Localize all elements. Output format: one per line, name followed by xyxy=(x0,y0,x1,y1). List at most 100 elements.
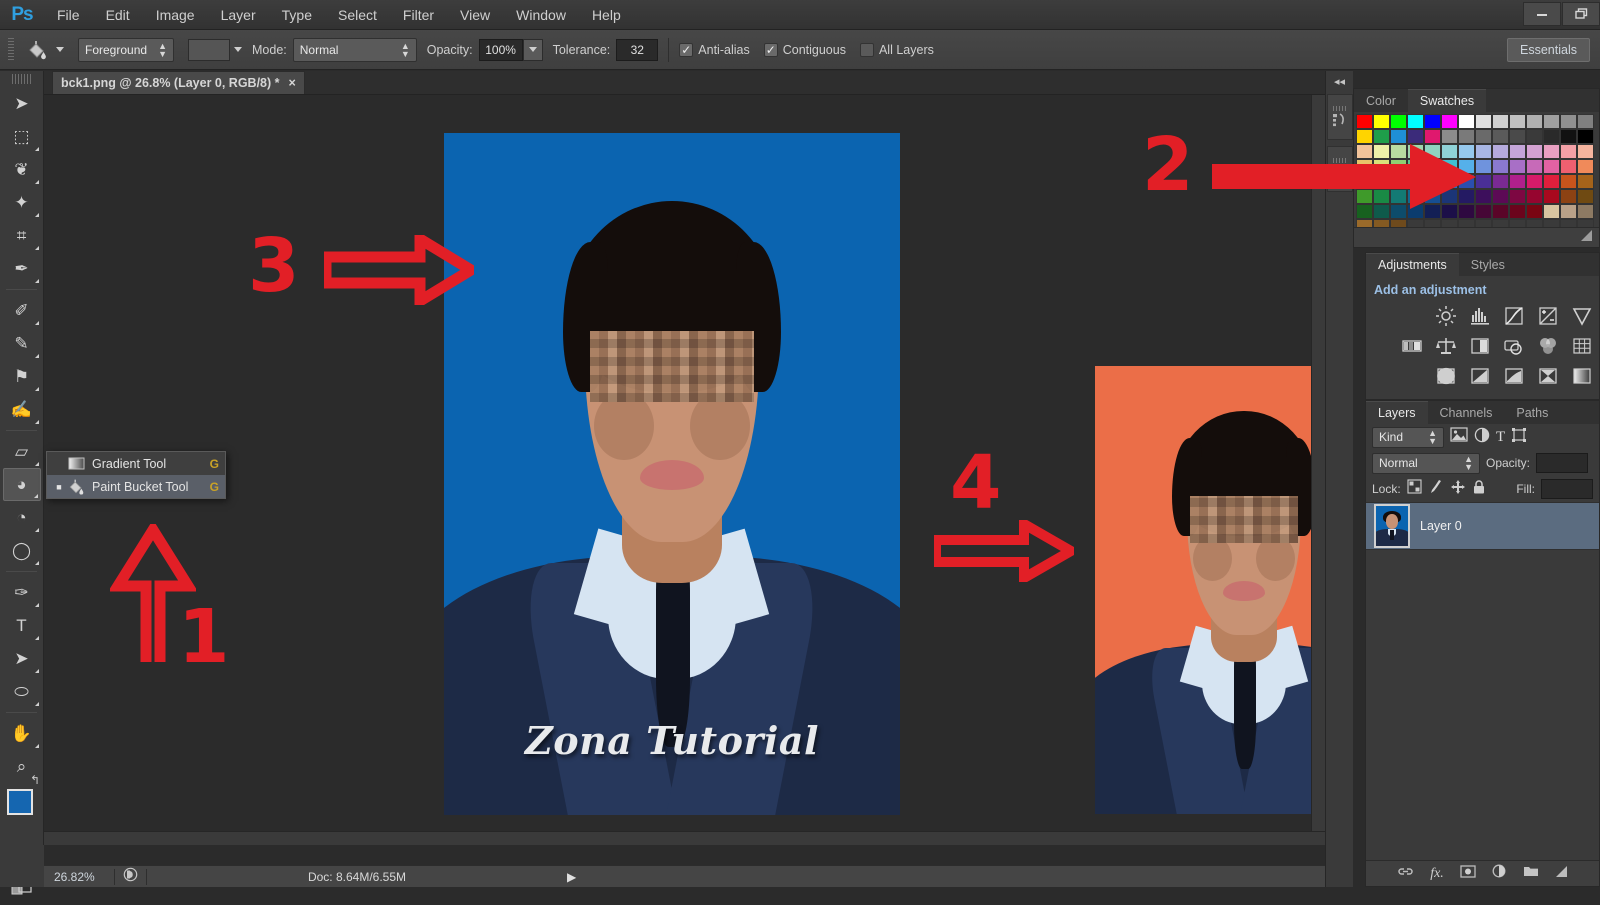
lock-transparent-pixels-icon[interactable] xyxy=(1407,479,1422,499)
tab-color[interactable]: Color xyxy=(1354,89,1408,112)
opacity-chevron-down-icon[interactable] xyxy=(522,38,543,61)
tolerance-input[interactable]: 32 xyxy=(616,38,659,61)
paint-bucket-icon[interactable] xyxy=(22,37,52,63)
checkbox-anti-alias[interactable]: ✓ Anti-alias xyxy=(679,42,750,57)
add-layer-mask-icon[interactable] xyxy=(1460,864,1476,883)
color-swatch[interactable] xyxy=(1509,174,1526,189)
gradient-map-icon[interactable] xyxy=(1499,363,1529,389)
link-layers-icon[interactable] xyxy=(1397,865,1414,883)
layer-style-fx-icon[interactable]: fx. xyxy=(1430,866,1444,882)
layer-thumbnail[interactable] xyxy=(1374,504,1410,548)
color-swatch[interactable] xyxy=(1424,114,1441,129)
canvas-horizontal-scrollbar[interactable] xyxy=(44,831,1325,845)
blur-tool[interactable]: ◔ xyxy=(3,501,41,534)
menu-item-filter[interactable]: Filter xyxy=(390,0,447,30)
ellipse-tool[interactable]: ⬭ xyxy=(3,675,41,708)
blue-photo-document[interactable]: Zona Tutorial xyxy=(444,133,900,815)
color-swatch[interactable] xyxy=(1560,189,1577,204)
document-sizes-icon[interactable] xyxy=(115,867,146,887)
color-swatch[interactable] xyxy=(1492,144,1509,159)
hue-saturation-icon[interactable] xyxy=(1397,333,1427,359)
color-swatch[interactable] xyxy=(1560,174,1577,189)
color-swatch[interactable] xyxy=(1543,114,1560,129)
lock-image-pixels-icon[interactable] xyxy=(1428,479,1444,500)
tab-paths[interactable]: Paths xyxy=(1504,401,1560,424)
document-tab[interactable]: bck1.png @ 26.8% (Layer 0, RGB/8) * × xyxy=(52,71,305,94)
color-swatch[interactable] xyxy=(1543,174,1560,189)
tab-layers[interactable]: Layers xyxy=(1366,401,1428,424)
spot-healing-brush-tool[interactable]: ✐ xyxy=(3,294,41,327)
pixel-filter-icon[interactable] xyxy=(1450,427,1468,447)
color-swatch[interactable] xyxy=(1560,159,1577,174)
selective-color-icon[interactable] xyxy=(1533,363,1563,389)
color-swatch[interactable] xyxy=(1543,144,1560,159)
new-group-icon[interactable] xyxy=(1523,865,1539,883)
new-adjustment-layer-icon[interactable] xyxy=(1492,864,1507,883)
color-swatch[interactable] xyxy=(1560,204,1577,219)
tab-swatches[interactable]: Swatches xyxy=(1407,89,1487,112)
pattern-chevron-down-icon[interactable] xyxy=(234,47,242,52)
channel-mixer-icon[interactable] xyxy=(1533,333,1563,359)
history-dock-icon[interactable] xyxy=(1326,94,1353,140)
color-swatch[interactable] xyxy=(1526,189,1543,204)
orange-photo-result[interactable] xyxy=(1095,366,1325,814)
eyedropper-tool[interactable]: ✒ xyxy=(3,252,41,285)
color-swatch[interactable] xyxy=(1475,114,1492,129)
color-swatch[interactable] xyxy=(1509,189,1526,204)
layer-filter-kind-select[interactable]: Kind ▲ ▼ xyxy=(1372,426,1444,448)
color-swatch[interactable] xyxy=(1526,174,1543,189)
color-balance-icon[interactable] xyxy=(1431,333,1461,359)
color-swatch[interactable] xyxy=(1492,204,1509,219)
threshold-icon[interactable] xyxy=(1465,363,1495,389)
menu-item-type[interactable]: Type xyxy=(269,0,325,30)
levels-icon[interactable] xyxy=(1465,303,1495,329)
color-swatch[interactable] xyxy=(1577,114,1594,129)
tab-adjustments[interactable]: Adjustments xyxy=(1366,253,1459,276)
invert-icon[interactable] xyxy=(1431,363,1461,389)
tab-channels[interactable]: Channels xyxy=(1428,401,1505,424)
vibrance-icon[interactable] xyxy=(1567,303,1597,329)
clone-stamp-tool[interactable]: ⚑ xyxy=(3,360,41,393)
collapse-panels-icon[interactable]: ◂◂ xyxy=(1326,75,1353,88)
blend-mode-select[interactable]: Normal ▲ ▼ xyxy=(292,37,417,62)
close-icon[interactable]: × xyxy=(289,76,296,90)
photo-filter-icon[interactable] xyxy=(1499,333,1529,359)
minimize-button[interactable] xyxy=(1523,1,1561,26)
lock-position-icon[interactable] xyxy=(1450,479,1466,500)
color-swatch[interactable] xyxy=(1509,144,1526,159)
move-tool[interactable]: ➤ xyxy=(3,87,41,120)
menu-item-help[interactable]: Help xyxy=(579,0,634,30)
menu-item-view[interactable]: View xyxy=(447,0,503,30)
pattern-swatch[interactable] xyxy=(188,38,230,61)
workspace-essentials-button[interactable]: Essentials xyxy=(1507,37,1590,62)
color-swatch[interactable] xyxy=(1492,189,1509,204)
color-swatch[interactable] xyxy=(1543,189,1560,204)
color-swatch[interactable] xyxy=(1543,129,1560,144)
tool-preset-chevron-down-icon[interactable] xyxy=(56,47,64,52)
canvas-area[interactable]: Zona Tutorial 3 4 xyxy=(44,95,1325,845)
color-swatch[interactable] xyxy=(1441,114,1458,129)
layer-opacity-input[interactable] xyxy=(1536,453,1589,473)
color-swatch[interactable] xyxy=(1577,129,1594,144)
paint-bucket-tool[interactable]: ◕ xyxy=(2,468,41,501)
color-swatch[interactable] xyxy=(1492,174,1509,189)
color-swatch[interactable] xyxy=(1560,144,1577,159)
menu-item-select[interactable]: Select xyxy=(325,0,390,30)
hand-tool[interactable]: ✋ xyxy=(3,717,41,750)
color-swatch[interactable] xyxy=(1577,144,1594,159)
brush-tool[interactable]: ✎ xyxy=(3,327,41,360)
flyout-item-gradient-tool[interactable]: Gradient Tool G xyxy=(47,452,225,475)
layer-list-item[interactable]: Layer 0 xyxy=(1366,502,1599,550)
new-layer-icon[interactable] xyxy=(1555,865,1568,883)
color-swatch[interactable] xyxy=(1577,174,1594,189)
fill-source-select[interactable]: Foreground ▲ ▼ xyxy=(78,37,174,62)
curves-icon[interactable] xyxy=(1499,303,1529,329)
color-swatch[interactable] xyxy=(1526,159,1543,174)
color-swatch[interactable] xyxy=(1492,129,1509,144)
options-bar-grip[interactable] xyxy=(8,37,14,62)
color-swatch[interactable] xyxy=(1509,129,1526,144)
checkbox-contiguous[interactable]: ✓ Contiguous xyxy=(763,42,846,57)
path-selection-tool[interactable]: ➤ xyxy=(3,642,41,675)
color-swatch[interactable] xyxy=(1390,114,1407,129)
shape-filter-icon[interactable] xyxy=(1511,427,1527,448)
